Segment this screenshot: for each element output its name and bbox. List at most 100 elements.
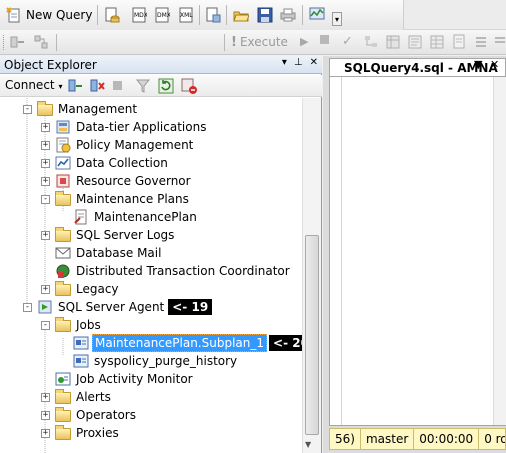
xmla-query-icon: XML [178, 7, 194, 23]
tree-node[interactable]: MaintenancePlan [73, 208, 199, 226]
new-query-icon [6, 7, 22, 23]
analysis-query-button[interactable]: MDX [131, 7, 148, 23]
folder-icon [55, 227, 71, 243]
connect-icon [10, 34, 26, 50]
open-file-button[interactable] [233, 7, 250, 23]
tree-node-label: Policy Management [76, 138, 194, 152]
data-tier-icon [55, 119, 71, 135]
tree-node[interactable]: SQL Server Logs [55, 226, 176, 244]
expand-icon[interactable]: + [41, 159, 50, 168]
tree-node[interactable]: Data Collection [55, 154, 170, 172]
toolbar-grip [3, 35, 6, 50]
save-button[interactable] [257, 7, 273, 23]
object-explorer-title: Object Explorer [4, 57, 97, 72]
tree-node[interactable]: Policy Management [55, 136, 195, 154]
xmla-query-button[interactable]: XML [178, 7, 194, 23]
stop-refresh-button[interactable] [181, 78, 197, 94]
tree-node-label: Jobs [76, 318, 101, 332]
editor-scrollbar[interactable] [493, 77, 506, 425]
query-editor[interactable] [329, 76, 506, 426]
database-query-icon [104, 7, 120, 23]
change-connection-button[interactable] [33, 34, 49, 50]
comment-out-button[interactable] [473, 34, 489, 50]
dmx-query-button[interactable]: DMX [154, 7, 171, 23]
tree-node[interactable]: Job Activity Monitor [55, 370, 195, 388]
panel-title-buttons: ▾ ⊥ ✕ [282, 57, 318, 68]
tree-node[interactable]: Resource Governor [55, 172, 193, 190]
tab-close-icon[interactable]: ✕ [490, 58, 499, 71]
execute-label: Execute [239, 35, 288, 49]
close-icon[interactable]: ✕ [310, 57, 318, 68]
collapse-icon[interactable]: - [23, 105, 32, 114]
stop-icon [320, 35, 329, 44]
cancel-query-button[interactable] [320, 35, 329, 44]
execute-button[interactable]: ! Execute [231, 34, 288, 50]
tree-node[interactable]: Management [37, 100, 139, 118]
display-estimated-plan-button[interactable] [363, 34, 379, 50]
expand-icon[interactable]: + [41, 177, 50, 186]
results-to-text-button[interactable] [407, 34, 423, 50]
tree-node[interactable]: Database Mail [55, 244, 163, 262]
activity-monitor-button[interactable] [309, 6, 325, 22]
tree-node[interactable]: Operators [55, 406, 138, 424]
svg-text:XML: XML [180, 12, 193, 19]
tree-node-label: Data-tier Applications [76, 120, 207, 134]
refresh-button[interactable] [158, 78, 174, 94]
filter-button[interactable] [135, 78, 151, 94]
connect-button[interactable] [10, 34, 26, 50]
expand-icon[interactable]: + [41, 285, 50, 294]
chevron-down-icon: ▾ [334, 14, 339, 24]
results-to-grid-button[interactable] [429, 34, 445, 50]
results-to-file-button[interactable] [451, 34, 467, 50]
sql-compact-query-button[interactable] [205, 7, 221, 23]
collapse-icon[interactable]: - [41, 195, 50, 204]
toolbar-overflow-button[interactable]: ▾ [332, 12, 342, 26]
tree-node-label: syspolicy_purge_history [94, 354, 238, 368]
uncomment-button[interactable] [493, 34, 506, 50]
disconnect-button[interactable] [90, 78, 106, 94]
collapse-icon[interactable]: - [41, 321, 50, 330]
tree-node[interactable]: Maintenance Plans [55, 190, 191, 208]
tree-node[interactable]: SQL Server Agent <- 19 [37, 298, 213, 316]
tree-node[interactable]: Distributed Transaction Coordinator [55, 262, 292, 280]
tree-node[interactable]: Jobs [55, 316, 103, 334]
toolbar-separator [199, 5, 200, 25]
filter-icon [135, 78, 151, 94]
expand-icon[interactable]: + [41, 123, 50, 132]
tree-node-label: Resource Governor [76, 174, 191, 188]
window-position-icon[interactable]: ▾ [282, 57, 287, 68]
tree-node[interactable]: Legacy [55, 280, 121, 298]
collapse-icon[interactable]: - [23, 303, 32, 312]
new-query-button[interactable]: New Query [6, 6, 92, 24]
query-designer-button[interactable] [385, 34, 401, 50]
expand-icon[interactable]: + [41, 411, 50, 420]
expand-icon[interactable]: + [41, 231, 50, 240]
tree-node[interactable]: Data-tier Applications [55, 118, 208, 136]
scroll-down-arrow-icon[interactable]: ▼ [305, 440, 311, 449]
resource-governor-icon [55, 173, 71, 189]
tab-menu-icon[interactable]: ▼ [474, 58, 482, 71]
tree-node[interactable]: Alerts [55, 388, 113, 406]
status-elapsed: 00:00:00 [414, 429, 480, 449]
connect-dropdown[interactable]: Connect ▾ [5, 78, 62, 92]
print-button[interactable] [280, 7, 296, 23]
expand-icon[interactable]: + [41, 393, 50, 402]
expand-icon[interactable]: + [41, 141, 50, 150]
debug-button[interactable]: ▶ [300, 35, 308, 48]
stop-button[interactable] [113, 81, 122, 90]
change-connection-icon [33, 34, 49, 50]
query-editor-area: SQLQuery4.sql - AMNA ▼ ✕ 56) master 00:0… [323, 56, 506, 453]
scrollbar-thumb[interactable] [305, 235, 319, 435]
expand-icon[interactable]: + [41, 429, 50, 438]
folder-icon [37, 101, 53, 117]
object-explorer-scrollbar[interactable]: ▼ [302, 98, 321, 453]
database-engine-query-button[interactable] [104, 7, 120, 23]
connect-object-explorer-button[interactable] [68, 78, 84, 94]
pin-icon[interactable]: ⊥ [294, 57, 303, 68]
parse-button[interactable]: ✓ [342, 34, 353, 49]
tree-node[interactable]: Proxies [55, 424, 121, 442]
tree-node-label: Data Collection [76, 156, 168, 170]
toolbar-separator [224, 34, 225, 51]
tree-node[interactable]: MaintenancePlan.Subplan_1<- 20 [73, 334, 302, 352]
tree-node[interactable]: syspolicy_purge_history [73, 352, 239, 370]
